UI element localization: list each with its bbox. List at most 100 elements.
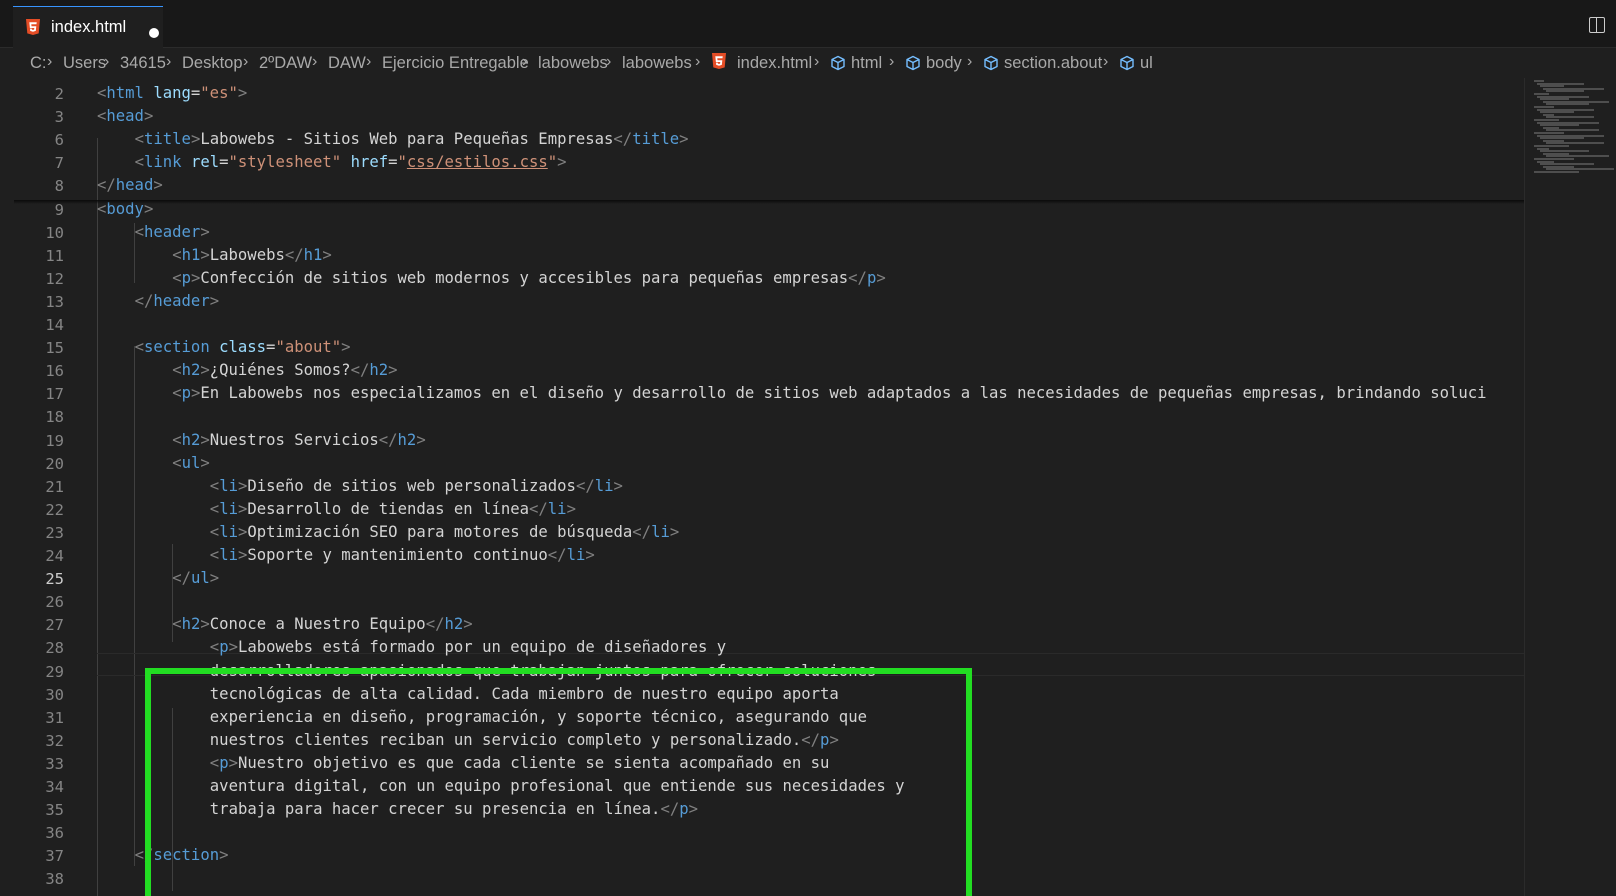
green-highlight-box bbox=[145, 668, 972, 896]
chevron-right-icon: › bbox=[104, 53, 110, 70]
html5-icon bbox=[711, 52, 727, 70]
breadcrumb-item[interactable]: DAW bbox=[328, 54, 366, 73]
line-number: 2 bbox=[54, 85, 64, 103]
split-editor-icon[interactable] bbox=[1589, 17, 1605, 33]
code-line[interactable]: <p>Labowebs está formado por un equipo d… bbox=[210, 638, 726, 656]
breadcrumb-item[interactable]: Desktop bbox=[182, 54, 243, 73]
symbol-element-icon bbox=[830, 55, 846, 71]
line-number: 12 bbox=[45, 269, 64, 288]
line-number: 20 bbox=[45, 454, 64, 473]
code-line[interactable]: <ul> bbox=[172, 454, 210, 472]
code-line[interactable]: <header> bbox=[135, 223, 210, 241]
breadcrumb-item[interactable]: index.html bbox=[737, 54, 812, 73]
chevron-right-icon: › bbox=[967, 53, 973, 70]
code-line[interactable]: <li>Optimización SEO para motores de bús… bbox=[210, 523, 679, 541]
html5-icon bbox=[25, 18, 41, 36]
code-line[interactable]: </header> bbox=[135, 292, 220, 310]
line-number: 14 bbox=[45, 316, 64, 334]
breadcrumb-item[interactable]: C: bbox=[30, 54, 47, 73]
line-number: 22 bbox=[45, 500, 64, 519]
line-number: 27 bbox=[45, 616, 64, 635]
code-line[interactable]: <link rel="stylesheet" href="css/estilos… bbox=[135, 153, 567, 171]
breadcrumb-item[interactable]: 2ºDAW bbox=[259, 54, 312, 73]
code-line[interactable]: <h2>¿Quiénes Somos?</h2> bbox=[172, 361, 397, 379]
editor-scrollbar[interactable] bbox=[1524, 78, 1525, 896]
indent-guide bbox=[134, 346, 135, 866]
line-number: 19 bbox=[45, 431, 64, 450]
code-line[interactable]: <li>Diseño de sitios web personalizados<… bbox=[210, 477, 623, 495]
code-line[interactable]: </ul> bbox=[172, 569, 219, 587]
line-number: 36 bbox=[45, 824, 64, 843]
breadcrumb-item[interactable]: ul bbox=[1140, 54, 1153, 73]
breadcrumb-item[interactable]: labowebs bbox=[622, 54, 692, 73]
breadcrumb-item[interactable]: 34615 bbox=[120, 54, 166, 73]
line-number: 32 bbox=[45, 731, 64, 750]
chevron-right-icon: › bbox=[814, 53, 820, 70]
code-line[interactable]: <h1>Labowebs</h1> bbox=[172, 246, 332, 264]
code-line[interactable]: <h2>Conoce a Nuestro Equipo</h2> bbox=[172, 615, 472, 633]
line-number: 24 bbox=[45, 547, 64, 565]
line-number: 34 bbox=[45, 778, 64, 796]
code-line[interactable]: <p>En Labowebs nos especializamos en el … bbox=[172, 384, 1486, 402]
line-number: 35 bbox=[45, 801, 64, 820]
line-number: 33 bbox=[45, 754, 64, 773]
code-line[interactable]: <li>Soporte y mantenimiento continuo</li… bbox=[210, 546, 595, 564]
breadcrumb-item[interactable]: Ejercicio Entregable bbox=[382, 54, 529, 73]
breadcrumb-item[interactable]: labowebs bbox=[538, 54, 608, 73]
line-number: 15 bbox=[45, 339, 64, 358]
line-number: 31 bbox=[45, 708, 64, 727]
line-number: 7 bbox=[54, 154, 64, 173]
chevron-right-icon: › bbox=[312, 53, 318, 70]
chevron-right-icon: › bbox=[243, 53, 249, 70]
chevron-right-icon: › bbox=[166, 53, 172, 70]
minimap-line bbox=[1546, 90, 1584, 93]
line-number: 25 bbox=[45, 570, 64, 589]
tab-label: index.html bbox=[51, 18, 127, 36]
breadcrumb-item[interactable]: section.about bbox=[1004, 54, 1102, 73]
chevron-right-icon: › bbox=[695, 53, 701, 70]
chevron-right-icon: › bbox=[606, 53, 612, 70]
line-number: 28 bbox=[45, 639, 64, 658]
chevron-right-icon: › bbox=[47, 53, 53, 70]
code-line[interactable]: </head> bbox=[97, 176, 163, 194]
line-number: 16 bbox=[45, 362, 64, 381]
line-number: 37 bbox=[45, 847, 64, 866]
symbol-element-icon bbox=[983, 55, 999, 71]
chevron-right-icon: › bbox=[889, 53, 895, 70]
line-number: 8 bbox=[54, 177, 64, 196]
tab-index-html[interactable]: index.html bbox=[13, 6, 163, 48]
code-line[interactable]: <p>Confección de sitios web modernos y a… bbox=[172, 269, 886, 287]
chevron-right-icon: › bbox=[1103, 53, 1109, 70]
unsaved-dot-icon[interactable] bbox=[149, 28, 159, 38]
line-number: 21 bbox=[45, 477, 64, 496]
breadcrumb-item[interactable]: Users bbox=[63, 54, 106, 73]
line-number: 26 bbox=[45, 593, 64, 612]
line-number: 10 bbox=[45, 223, 64, 242]
line-number: 17 bbox=[45, 385, 64, 404]
code-line[interactable]: <section class="about"> bbox=[135, 338, 351, 356]
code-line[interactable]: <li>Desarrollo de tiendas en línea</li> bbox=[210, 500, 576, 518]
sticky-scroll-shadow bbox=[14, 200, 1524, 204]
line-number: 23 bbox=[45, 523, 64, 542]
code-line[interactable]: <h2>Nuestros Servicios</h2> bbox=[172, 431, 426, 449]
line-number: 11 bbox=[45, 246, 64, 265]
line-number: 30 bbox=[45, 685, 64, 704]
line-number: 38 bbox=[45, 870, 64, 889]
chevron-right-icon: › bbox=[522, 53, 528, 70]
code-line[interactable]: <title>Labowebs - Sitios Web para Pequeñ… bbox=[135, 130, 689, 148]
line-number: 3 bbox=[54, 108, 64, 127]
line-number: 18 bbox=[45, 408, 64, 427]
line-number: 6 bbox=[54, 131, 64, 150]
chevron-right-icon: › bbox=[366, 53, 372, 70]
line-number: 29 bbox=[45, 662, 64, 681]
symbol-element-icon bbox=[905, 55, 921, 71]
breadcrumb: C: › Users › 34615 › Desktop › 2ºDAW › DAW › Ejercic… bbox=[0, 48, 1616, 78]
line-number: 13 bbox=[45, 292, 64, 311]
code-line[interactable]: <html lang="es"> bbox=[97, 84, 247, 102]
symbol-element-icon bbox=[1119, 55, 1135, 71]
breadcrumb-item[interactable]: html bbox=[851, 54, 882, 73]
breadcrumb-item[interactable]: body bbox=[926, 54, 962, 73]
code-line[interactable]: <head> bbox=[97, 107, 153, 125]
code-editor[interactable]: 2 <html lang="es"> 3 <head> 6 <title>Labowebs… bbox=[0, 78, 1616, 896]
minimap[interactable] bbox=[1530, 78, 1616, 178]
